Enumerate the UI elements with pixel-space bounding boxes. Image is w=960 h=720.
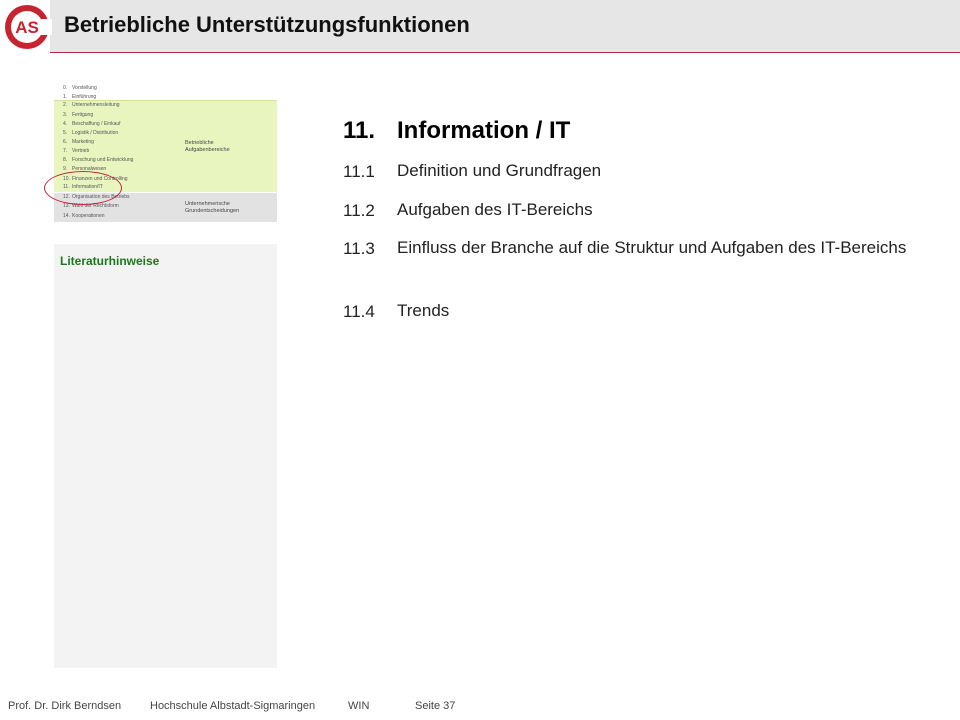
nav-item[interactable]: 3. Fertigung xyxy=(63,112,93,118)
logo-text: AS xyxy=(15,18,39,37)
nav-item-number: 8. xyxy=(63,157,68,163)
nav-group2-label: Unternehmerische Grundentscheidungen xyxy=(185,201,240,214)
footer-page-number: Seite 37 xyxy=(415,700,456,712)
nav-item-label: Marketing xyxy=(72,139,94,145)
literature-panel xyxy=(54,244,277,668)
nav-item[interactable]: 5. Logistik / Distribution xyxy=(63,130,118,136)
nav-item[interactable]: 2. Unternehmensleitung xyxy=(63,102,120,108)
nav-item[interactable]: 4. Beschaffung / Einkauf xyxy=(63,121,121,127)
footer-school: Hochschule Albstadt-Sigmaringen xyxy=(150,700,316,712)
nav-item-number: 3. xyxy=(63,112,68,118)
nav-item[interactable]: 1. Einführung xyxy=(63,94,96,100)
nav-item-number: 7. xyxy=(63,148,68,154)
nav-item-label: Vertrieb xyxy=(72,148,90,154)
nav-item-label: Logistik / Distribution xyxy=(72,130,119,136)
nav-item-label: Unternehmensleitung xyxy=(72,102,120,108)
nav-item-number: 6. xyxy=(63,139,68,145)
section-title: Einfluss der Branche auf die Struktur un… xyxy=(397,238,907,257)
nav-item-label: Einführung xyxy=(72,94,97,100)
chapter-number: 11. xyxy=(343,117,376,144)
nav-item-label: Kooperationen xyxy=(72,213,105,219)
nav-item-number: 5. xyxy=(63,130,68,136)
current-chapter-highlight-circle xyxy=(44,171,122,205)
nav-item[interactable]: 6. Marketing xyxy=(63,139,94,145)
nav-group1-label: Betriebliche Aufgabenbereiche xyxy=(185,140,230,153)
section-title: Aufgaben des IT-Bereichs xyxy=(397,200,593,219)
section-number: 11.1 xyxy=(343,162,375,181)
nav-item-label: Beschaffung / Einkauf xyxy=(72,121,121,127)
logo: AS xyxy=(5,5,52,49)
section-title: Trends xyxy=(397,301,450,320)
nav-item-number: 4. xyxy=(63,121,68,127)
page-header-title: Betriebliche Unterstützungsfunktionen xyxy=(64,12,470,37)
nav-item-label: Forschung und Entwicklung xyxy=(72,157,134,163)
section-number: 11.4 xyxy=(343,302,375,321)
nav-item[interactable]: 14. Kooperationen xyxy=(63,213,105,219)
nav-item-label: Fertigung xyxy=(72,112,94,118)
footer-program: WIN xyxy=(348,700,370,712)
nav-item[interactable]: 0. Vorstellung xyxy=(63,85,97,91)
nav-item-number: 2. xyxy=(63,102,68,108)
nav-item-number: 0. xyxy=(63,85,68,91)
section-title: Definition und Grundfragen xyxy=(397,161,602,180)
nav-item-number: 14. xyxy=(63,213,70,219)
nav-item[interactable]: 8. Forschung und Entwicklung xyxy=(63,157,133,163)
section-number: 11.2 xyxy=(343,201,375,220)
nav-item-label: Vorstellung xyxy=(72,85,97,91)
literature-title[interactable]: Literaturhinweise xyxy=(60,254,159,268)
footer-author: Prof. Dr. Dirk Berndsen xyxy=(8,700,122,712)
chapter-title: Information / IT xyxy=(397,117,571,144)
nav-item-number: 1. xyxy=(63,94,68,100)
section-number: 11.3 xyxy=(343,239,375,258)
nav-item[interactable]: 7. Vertrieb xyxy=(63,148,89,154)
